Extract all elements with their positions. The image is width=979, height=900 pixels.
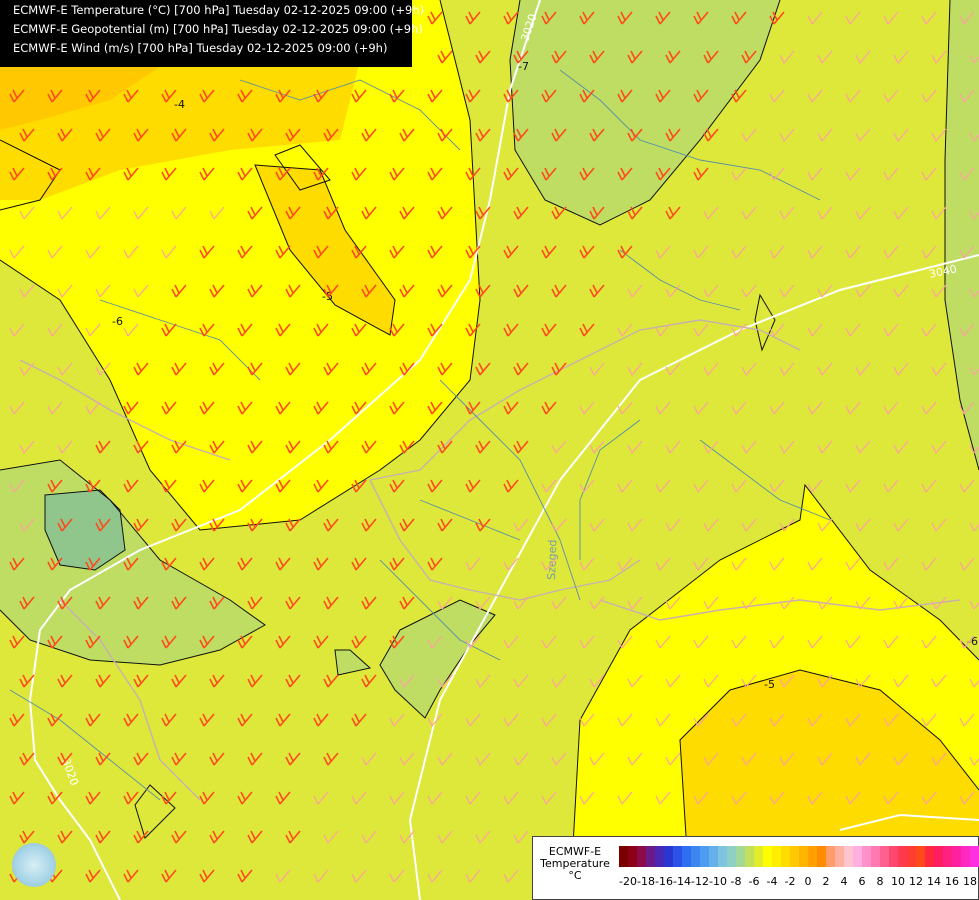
legend-swatch: [799, 846, 808, 867]
legend-swatch: [817, 846, 826, 867]
legend-tick-label: -10: [709, 875, 727, 888]
temp-label-se: -5: [764, 678, 775, 691]
legend-tick-label: 12: [909, 875, 923, 888]
legend-swatch: [646, 846, 655, 867]
legend-swatch: [700, 846, 709, 867]
header-wind-line: ECMWF-E Wind (m/s) [700 hPa] Tuesday 02-…: [13, 41, 388, 55]
legend-tick-label: -8: [730, 875, 742, 888]
legend-swatch: [970, 846, 979, 867]
legend-tick-label: 4: [840, 875, 848, 888]
city-label: Szeged: [545, 539, 559, 580]
temp-label-nw: -4: [174, 98, 185, 111]
weather-map[interactable]: -4 -5 -6 -5 -6 -7 3020 3040 3020 Szeged: [0, 0, 979, 900]
legend-swatch: [691, 846, 700, 867]
temperature-legend: ECMWF-E Temperature °C -20 -18 -16 -14 -12 -1…: [532, 836, 979, 900]
legend-color-scale: [619, 846, 979, 867]
legend-swatch: [808, 846, 817, 867]
legend-tick-label: 2: [822, 875, 830, 888]
legend-swatch: [889, 846, 898, 867]
legend-swatch: [745, 846, 754, 867]
legend-swatch: [871, 846, 880, 867]
legend-tick-label: 18: [963, 875, 977, 888]
legend-tick-label: -2: [784, 875, 796, 888]
legend-swatch: [826, 846, 835, 867]
legend-swatch: [718, 846, 727, 867]
legend-swatch: [853, 846, 862, 867]
legend-swatch: [961, 846, 970, 867]
ecmwf-logo-icon: [12, 843, 56, 887]
legend-swatch: [862, 846, 871, 867]
legend-swatch: [628, 846, 637, 867]
legend-tick-label: -20: [619, 875, 637, 888]
legend-ticks: -20 -18 -16 -14 -12 -10 -8 -6 -4 -2 0 2 4 6 8 10 12 14 16 1…: [619, 875, 977, 889]
legend-swatch: [925, 846, 934, 867]
header-geopotential-line: ECMWF-E Geopotential (m) [700 hPa] Tuesd…: [13, 22, 423, 36]
legend-tick-label: -18: [637, 875, 655, 888]
legend-tick-label: -16: [655, 875, 673, 888]
legend-swatch: [754, 846, 763, 867]
legend-swatch: [736, 846, 745, 867]
legend-swatch: [664, 846, 673, 867]
map-header: ECMWF-E Temperature (°C) [700 hPa] Tuesd…: [0, 0, 425, 67]
legend-swatch: [898, 846, 907, 867]
legend-swatch: [916, 846, 925, 867]
legend-swatch: [673, 846, 682, 867]
legend-swatch: [619, 846, 628, 867]
legend-tick-label: -4: [766, 875, 778, 888]
temp-label-west: -6: [112, 315, 123, 328]
legend-tick-label: -14: [673, 875, 691, 888]
legend-swatch: [655, 846, 664, 867]
header-temperature-line: ECMWF-E Temperature (°C) [700 hPa] Tuesd…: [13, 3, 425, 17]
legend-tick-label: 16: [945, 875, 959, 888]
legend-tick-label: 0: [804, 875, 812, 888]
legend-swatch: [952, 846, 961, 867]
legend-swatch: [772, 846, 781, 867]
legend-tick-label: -6: [748, 875, 760, 888]
legend-title: ECMWF-E Temperature °C: [535, 846, 615, 882]
legend-tick-label: 6: [858, 875, 866, 888]
legend-tick-label: 8: [876, 875, 884, 888]
legend-swatch: [727, 846, 736, 867]
legend-tick-label: 10: [891, 875, 905, 888]
legend-unit: °C: [568, 869, 582, 882]
legend-swatch: [934, 846, 943, 867]
legend-swatch: [835, 846, 844, 867]
legend-swatch: [637, 846, 646, 867]
legend-swatch: [763, 846, 772, 867]
legend-swatch: [790, 846, 799, 867]
legend-swatch: [709, 846, 718, 867]
legend-swatch: [682, 846, 691, 867]
legend-swatch: [880, 846, 889, 867]
legend-swatch: [907, 846, 916, 867]
legend-swatch: [943, 846, 952, 867]
legend-swatch: [781, 846, 790, 867]
legend-tick-label: 14: [927, 875, 941, 888]
legend-swatch: [844, 846, 853, 867]
legend-tick-label: -12: [691, 875, 709, 888]
